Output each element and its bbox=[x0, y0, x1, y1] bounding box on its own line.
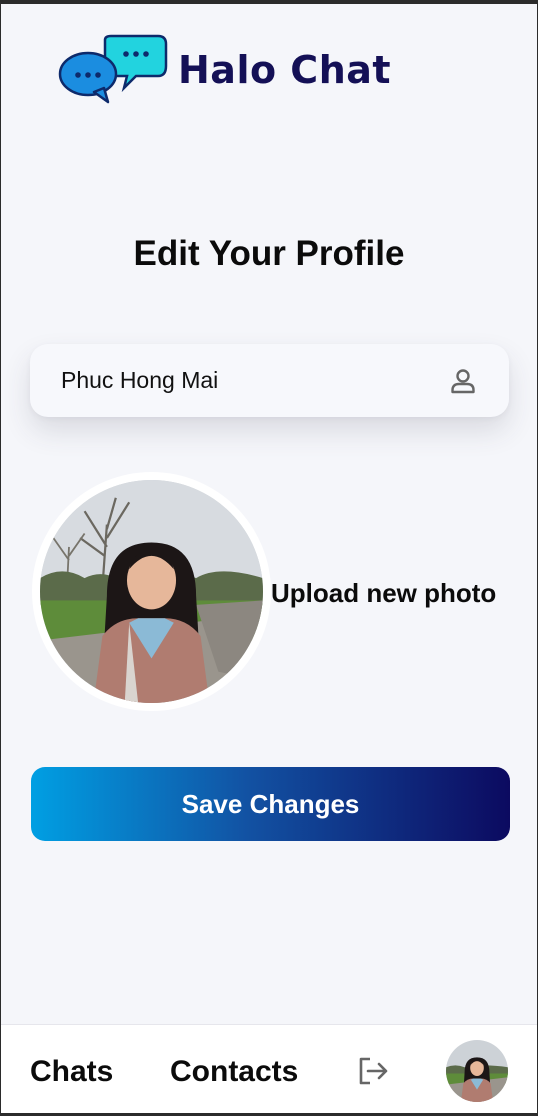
chat-bubbles-logo-icon bbox=[58, 34, 168, 104]
profile-photo-image bbox=[40, 480, 263, 703]
nav-avatar-image bbox=[446, 1040, 508, 1102]
app-name: Halo Chat bbox=[178, 48, 392, 92]
upload-photo-link[interactable]: Upload new photo bbox=[271, 578, 496, 609]
logout-icon bbox=[359, 1057, 388, 1085]
save-changes-button[interactable]: Save Changes bbox=[31, 767, 510, 841]
app-frame: Halo Chat Edit Your Profile Phuc Hong Ma… bbox=[0, 0, 538, 1116]
brand: Halo Chat bbox=[58, 34, 391, 106]
nav-contacts[interactable]: Contacts bbox=[170, 1055, 298, 1089]
name-field[interactable] bbox=[30, 344, 509, 417]
nav-avatar[interactable] bbox=[446, 1040, 508, 1102]
bottom-nav: Chats Contacts bbox=[1, 1024, 537, 1113]
user-icon bbox=[451, 368, 475, 393]
page-title: Edit Your Profile bbox=[133, 234, 405, 273]
logout-button[interactable] bbox=[357, 1056, 389, 1091]
name-input[interactable] bbox=[61, 367, 449, 394]
profile-photo[interactable] bbox=[32, 472, 271, 711]
nav-chats[interactable]: Chats bbox=[30, 1055, 113, 1089]
